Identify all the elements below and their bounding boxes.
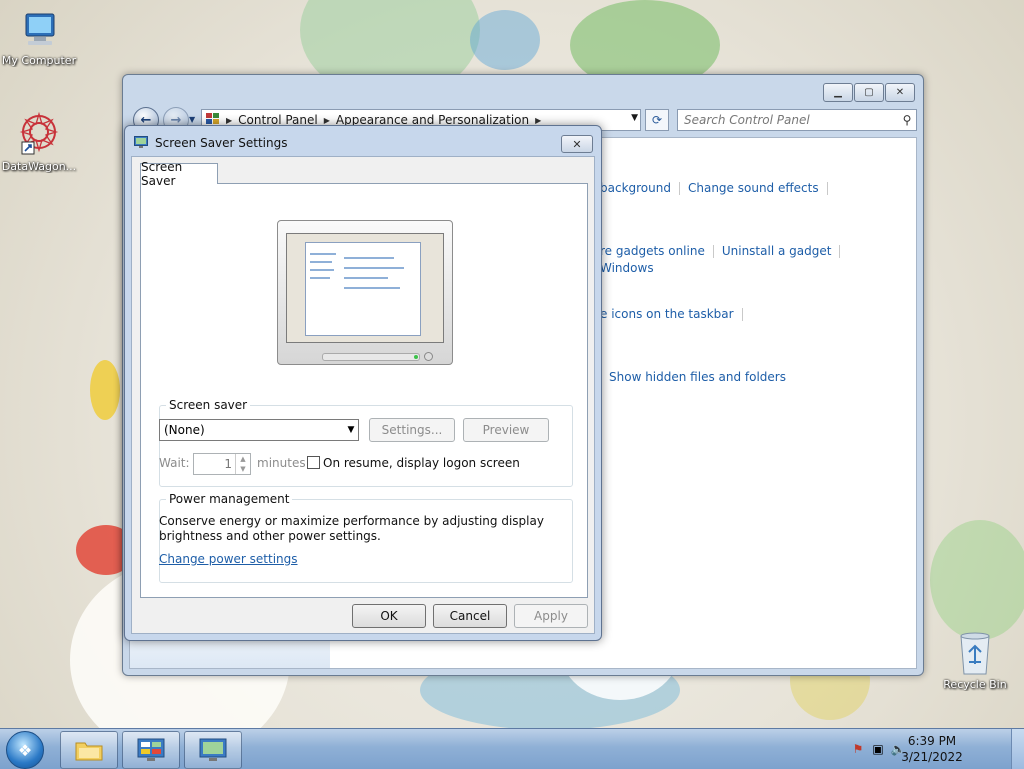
wait-label: Wait: <box>159 456 190 470</box>
change-power-settings-link[interactable]: Change power settings <box>159 552 298 566</box>
minimize-button[interactable]: ▁ <box>823 83 853 102</box>
taskbar-explorer-button[interactable] <box>60 731 118 769</box>
resume-logon-label: On resume, display logon screen <box>323 456 520 470</box>
folder-icon <box>75 742 103 761</box>
screen-saver-select-value: (None) <box>164 423 205 437</box>
power-description-line-2: brightness and other power settings. <box>159 529 381 543</box>
taskbar-control-panel-button[interactable] <box>122 731 180 769</box>
desktop-icon-recycle-bin[interactable]: Recycle Bin <box>936 630 1014 691</box>
show-desktop-button[interactable] <box>1011 729 1024 769</box>
desktop-icon-datawagon[interactable]: DataWagon... <box>0 110 78 173</box>
windows-logo-icon: ❖ <box>17 740 33 760</box>
screen-saver-preview-monitor <box>277 220 453 365</box>
recycle-bin-icon <box>960 632 990 675</box>
change-background-link[interactable]: background <box>600 181 671 195</box>
personalization-links-row: background Change sound effects <box>600 181 836 195</box>
tab-screen-saver[interactable]: Screen Saver <box>140 160 218 188</box>
action-center-flag-icon[interactable]: ⚑ <box>850 741 866 757</box>
monitor-stand-slot <box>322 353 420 361</box>
gadgets-links-row: re gadgets online Uninstall a gadget <box>600 244 848 258</box>
address-dropdown-icon[interactable]: ▼ <box>631 113 638 123</box>
uninstall-gadget-link[interactable]: Uninstall a gadget <box>722 244 832 258</box>
maximize-icon: ▢ <box>864 87 874 98</box>
close-icon: ✕ <box>572 137 582 151</box>
recent-pages-dropdown[interactable]: ▼ <box>189 115 195 124</box>
settings-button[interactable]: Settings... <box>369 418 455 442</box>
maximize-button[interactable]: ▢ <box>854 83 884 102</box>
screen-saver-group-label: Screen saver <box>166 398 251 412</box>
control-panel-icon <box>137 738 165 761</box>
computer-icon <box>25 13 55 45</box>
wait-minutes-stepper[interactable]: 1 ▲ ▼ <box>193 453 251 475</box>
taskbar-screen-saver-button[interactable] <box>184 731 242 769</box>
preview-screen <box>286 233 444 343</box>
apply-button[interactable]: Apply <box>514 604 588 628</box>
refresh-button[interactable]: ⟳ <box>645 109 669 131</box>
wait-minutes-value: 1 <box>224 457 232 471</box>
start-button[interactable]: ❖ <box>6 731 44 769</box>
desktop-icon-label: My Computer <box>1 54 77 67</box>
desktop-icon-my-computer[interactable]: My Computer <box>0 10 78 67</box>
monitor-power-led <box>414 355 418 359</box>
desktop-icon-label: Recycle Bin <box>943 678 1007 691</box>
dialog-close-button[interactable]: ✕ <box>561 135 593 153</box>
search-icon[interactable]: ⚲ <box>898 113 916 127</box>
window-caption-buttons: ▁ ▢ ✕ <box>823 83 915 102</box>
change-sound-effects-link[interactable]: Change sound effects <box>688 181 819 195</box>
dialog-title: Screen Saver Settings <box>155 136 288 150</box>
power-description-line-1: Conserve energy or maximize performance … <box>159 514 544 528</box>
chevron-down-icon: ▼ <box>347 425 355 435</box>
preview-window-thumbnail <box>305 242 421 336</box>
refresh-icon: ⟳ <box>651 113 663 127</box>
search-input[interactable]: Search Control Panel ⚲ <box>677 109 917 131</box>
system-tray: ⚑ ▣ 🔈 6:39 PM 3/21/2022 <box>844 729 1024 769</box>
network-icon[interactable]: ▣ <box>870 741 886 757</box>
navigation-pane <box>130 638 330 668</box>
gadgets-windows-link[interactable]: Windows <box>600 261 654 275</box>
monitor-knob <box>424 352 433 361</box>
breadcrumb-separator-icon: ▶ <box>226 115 233 125</box>
clock-date: 3/21/2022 <box>901 750 963 764</box>
screen-saver-tab-panel: Screen saver (None) ▼ Settings... Previe… <box>140 183 588 598</box>
screen-saver-settings-dialog: Screen Saver Settings ✕ Screen Saver Scr… <box>124 125 602 641</box>
customize-taskbar-icons-link[interactable]: e icons on the taskbar <box>600 307 734 321</box>
show-hidden-files-link[interactable]: Show hidden files and folders <box>609 370 786 384</box>
screen-saver-select[interactable]: (None) ▼ <box>159 419 359 441</box>
stepper-arrows-icon[interactable]: ▲ ▼ <box>235 454 250 474</box>
breadcrumb-separator-icon: ▶ <box>535 115 542 125</box>
cancel-button[interactable]: Cancel <box>433 604 507 628</box>
taskbar: ❖ ⚑ ▣ 🔈 6:39 PM 3/21/2022 <box>0 728 1024 769</box>
resume-logon-checkbox[interactable] <box>307 456 320 469</box>
taskbar-links-row: e icons on the taskbar <box>600 307 751 321</box>
power-management-group-label: Power management <box>166 492 293 506</box>
close-button[interactable]: ✕ <box>885 83 915 102</box>
preview-button[interactable]: Preview <box>463 418 549 442</box>
desktop-icon-label: DataWagon... <box>1 160 77 173</box>
datawagon-shortcut-icon <box>19 111 59 155</box>
minutes-label: minutes <box>257 456 306 470</box>
ok-button[interactable]: OK <box>352 604 426 628</box>
get-gadgets-online-link[interactable]: re gadgets online <box>600 244 705 258</box>
minimize-icon: ▁ <box>834 87 842 98</box>
search-placeholder: Search Control Panel <box>684 113 810 127</box>
clock-time: 6:39 PM <box>907 734 957 748</box>
display-settings-icon <box>134 136 148 148</box>
breadcrumb-separator-icon: ▶ <box>323 115 330 125</box>
close-icon: ✕ <box>895 87 905 98</box>
folder-options-links-row: Show hidden files and folders <box>600 370 786 384</box>
display-settings-icon <box>199 738 227 761</box>
dialog-body: Screen Saver Screen saver (None) ▼ Setti… <box>131 156 595 634</box>
clock[interactable]: 6:39 PM 3/21/2022 <box>892 733 972 765</box>
